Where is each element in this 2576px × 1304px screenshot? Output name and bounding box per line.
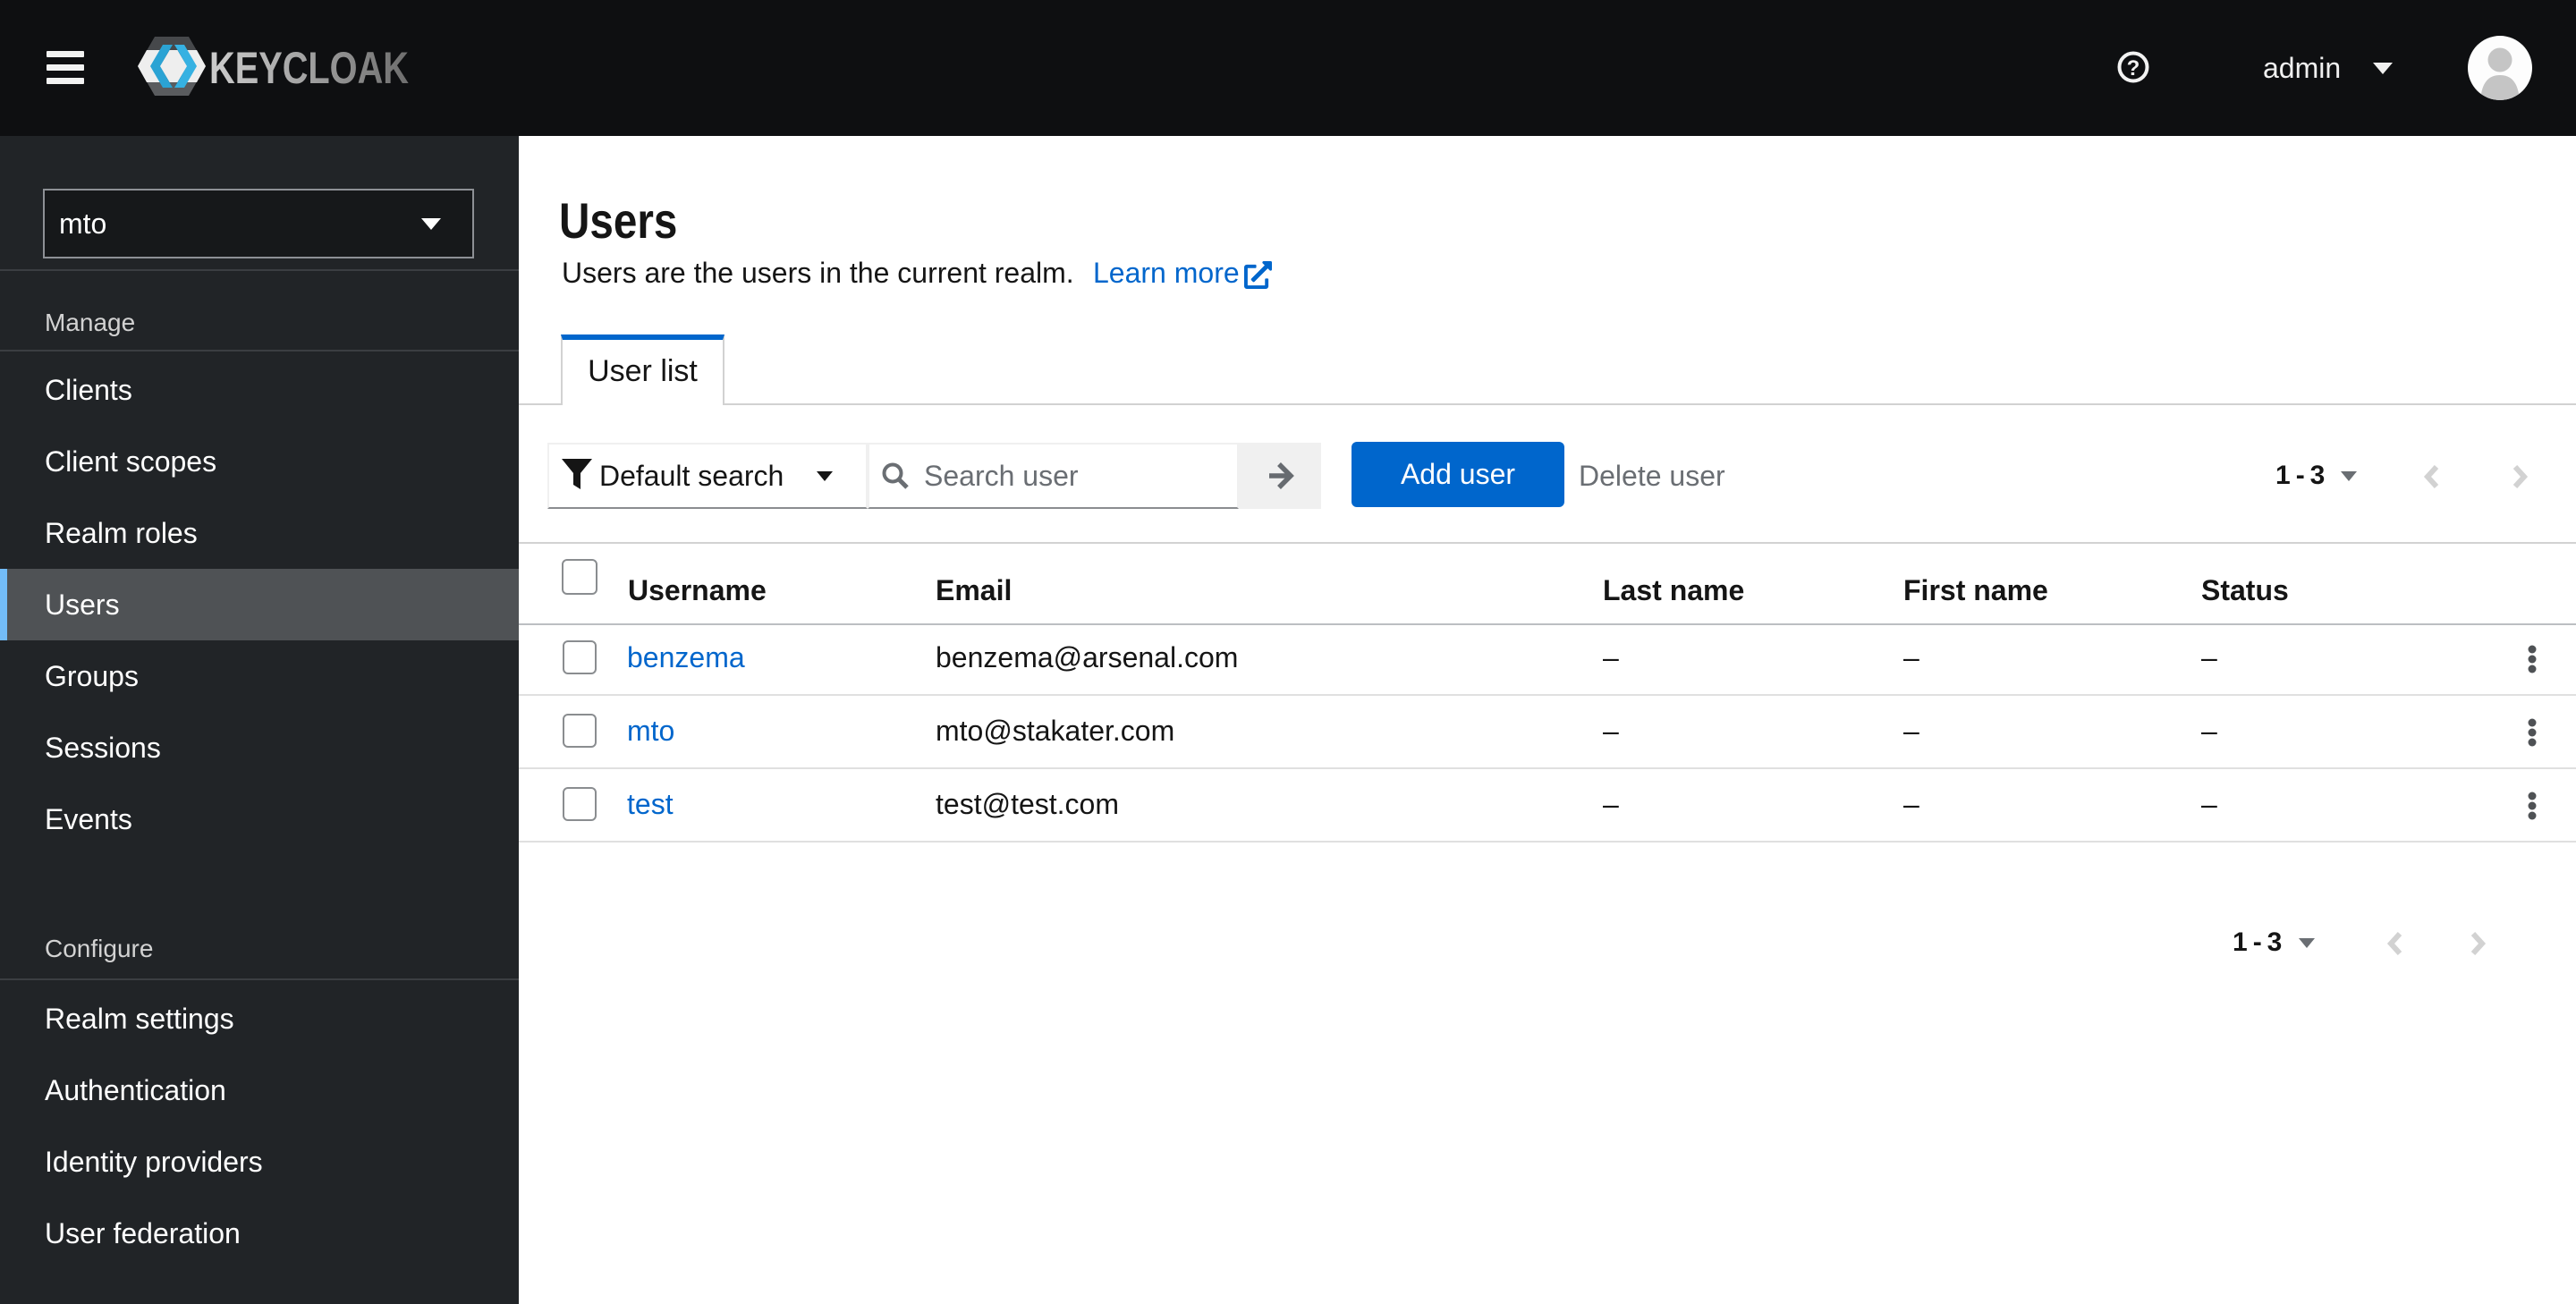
svg-text:KEYCLOAK: KEYCLOAK [209, 43, 409, 93]
svg-text:?: ? [2127, 56, 2140, 80]
